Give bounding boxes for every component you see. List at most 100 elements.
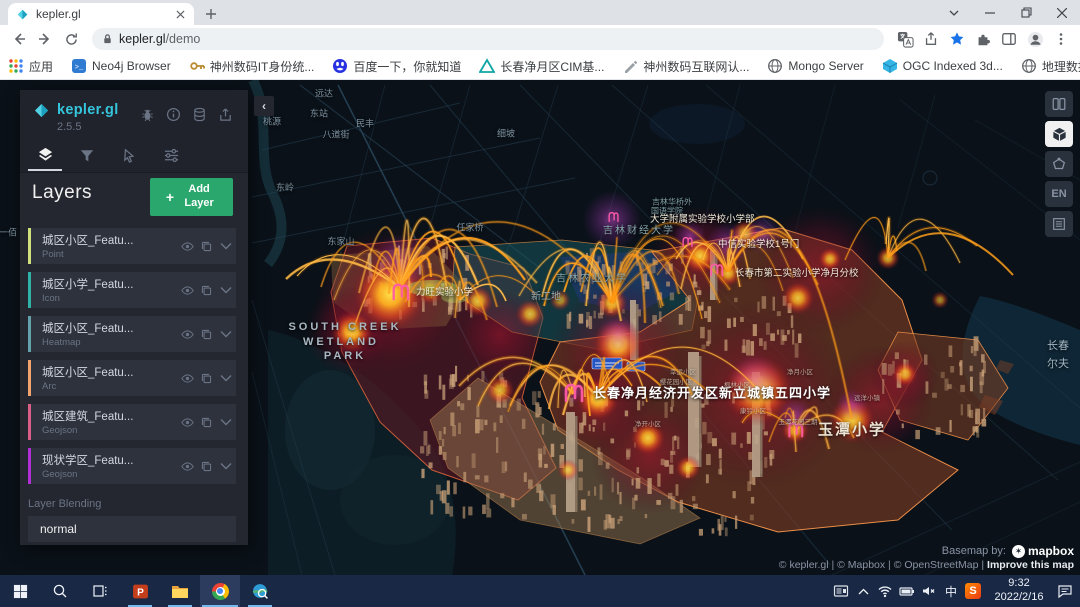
taskbar-search-icon[interactable] — [40, 575, 80, 607]
wifi-icon[interactable] — [874, 575, 896, 607]
bookmark-item[interactable]: >_Neo4j Browser — [71, 58, 171, 75]
file-explorer-taskbar-icon[interactable] — [160, 575, 200, 607]
draw-polygon-button[interactable] — [1045, 151, 1073, 177]
add-layer-button[interactable]: + Add Layer — [150, 178, 233, 216]
chevron-down-icon[interactable] — [217, 238, 234, 254]
forward-button[interactable] — [32, 26, 58, 52]
bookmark-item[interactable]: 长春净月区CIM基... — [479, 58, 604, 75]
bookmark-item[interactable]: OGC Indexed 3d... — [882, 58, 1003, 75]
duplicate-layer-icon[interactable] — [198, 414, 215, 430]
layer-blending-select[interactable]: normal — [28, 516, 236, 542]
tab-filters[interactable] — [70, 140, 104, 171]
visibility-eye-icon[interactable] — [179, 238, 196, 254]
duplicate-layer-icon[interactable] — [198, 458, 215, 474]
bookmark-label: 百度一下，你就知道 — [353, 58, 461, 75]
visibility-eye-icon[interactable] — [179, 282, 196, 298]
share-icon[interactable] — [918, 26, 944, 52]
back-button[interactable] — [6, 26, 32, 52]
bookmark-item[interactable]: 应用 — [8, 58, 53, 75]
layer-row[interactable]: 城区建筑_Featu...Geojson — [28, 404, 236, 440]
address-bar[interactable]: kepler.gl/demo — [92, 28, 884, 50]
gis-app-taskbar-icon[interactable] — [240, 575, 280, 607]
chevron-down-icon[interactable] — [217, 282, 234, 298]
bookmark-label: OGC Indexed 3d... — [903, 59, 1003, 73]
sogou-input-icon[interactable]: S — [962, 575, 984, 607]
layer-row[interactable]: 城区小区_Featu...Arc — [28, 360, 236, 396]
volume-muted-icon[interactable] — [918, 575, 940, 607]
extensions-puzzle-icon[interactable] — [970, 26, 996, 52]
browser-tab[interactable]: kepler.gl — [8, 3, 194, 25]
tab-interactions[interactable] — [112, 140, 146, 171]
chevron-down-icon[interactable] — [217, 414, 234, 430]
action-center-icon[interactable] — [1054, 575, 1076, 607]
database-icon[interactable] — [186, 104, 212, 124]
tab-search-icon[interactable] — [936, 0, 972, 25]
bookmark-item[interactable]: 神州数码互联网认... — [622, 58, 749, 75]
tab-layers[interactable] — [28, 140, 62, 171]
improve-map-link[interactable]: Improve this map — [987, 559, 1074, 571]
globe-icon — [1021, 58, 1037, 74]
globe-icon — [767, 58, 783, 74]
duplicate-layer-icon[interactable] — [198, 326, 215, 342]
taskbar-clock[interactable]: 9:32 2022/2/16 — [988, 577, 1050, 605]
ime-indicator[interactable]: 中 — [940, 575, 962, 607]
translate-icon[interactable] — [892, 26, 918, 52]
reload-button[interactable] — [58, 26, 84, 52]
legend-button[interactable] — [1045, 211, 1073, 237]
layer-row[interactable]: 城区小学_Featu...Icon — [28, 272, 236, 308]
layer-name: 城区小区_Featu... — [42, 364, 179, 380]
visibility-eye-icon[interactable] — [179, 458, 196, 474]
tab-basemap-settings[interactable] — [154, 140, 188, 171]
chrome-taskbar-icon[interactable] — [200, 575, 240, 607]
bookmark-label: Mongo Server — [788, 59, 863, 73]
duplicate-layer-icon[interactable] — [198, 238, 215, 254]
export-share-icon[interactable] — [212, 104, 238, 124]
chevron-down-icon[interactable] — [217, 370, 234, 386]
bookmark-item[interactable]: 百度一下，你就知道 — [332, 58, 461, 75]
duplicate-layer-icon[interactable] — [198, 282, 215, 298]
tray-chevron-up-icon[interactable] — [852, 575, 874, 607]
docs-info-icon[interactable] — [160, 104, 186, 124]
duplicate-layer-icon[interactable] — [198, 370, 215, 386]
bookmark-label: 地理数据库管理—... — [1042, 58, 1080, 75]
mapbox-logo[interactable]: ✶ mapbox — [1012, 544, 1074, 558]
new-tab-button[interactable] — [202, 5, 220, 23]
kepler-side-panel: kepler.gl 2.5.5 Layers + Ad — [20, 90, 248, 545]
tab-close-icon[interactable] — [176, 10, 185, 19]
bookmark-star-icon[interactable] — [944, 26, 970, 52]
visibility-eye-icon[interactable] — [179, 326, 196, 342]
minimize-button[interactable] — [972, 0, 1008, 25]
layer-row[interactable]: 城区小区_Featu...Heatmap — [28, 316, 236, 352]
layer-row[interactable]: 现状学区_Featu...Geojson — [28, 448, 236, 484]
battery-icon[interactable] — [896, 575, 918, 607]
layer-blending-label: Layer Blending — [28, 498, 101, 510]
locale-button[interactable]: EN — [1045, 181, 1073, 207]
powerpoint-taskbar-icon[interactable]: P — [120, 575, 160, 607]
side-panel-icon[interactable] — [996, 26, 1022, 52]
bug-report-icon[interactable] — [134, 104, 160, 124]
toggle-3d-button[interactable] — [1045, 121, 1073, 147]
chevron-down-icon[interactable] — [217, 458, 234, 474]
menu-kebab-icon[interactable] — [1048, 26, 1074, 52]
bookmark-item[interactable]: 地理数据库管理—... — [1021, 58, 1080, 75]
layer-row[interactable]: 城区小区_Featu...Point — [28, 228, 236, 264]
news-widget-icon[interactable] — [830, 575, 852, 607]
sidebar-collapse-button[interactable]: ‹ — [254, 96, 274, 116]
attribution-text[interactable]: © kepler.gl | © Mapbox | © OpenStreetMap… — [779, 559, 987, 571]
task-view-icon[interactable] — [80, 575, 120, 607]
visibility-eye-icon[interactable] — [179, 414, 196, 430]
visibility-eye-icon[interactable] — [179, 370, 196, 386]
bookmark-item[interactable]: 神州数码IT身份统... — [189, 58, 315, 75]
bookmark-item[interactable]: Mongo Server — [767, 58, 863, 75]
restore-button[interactable] — [1008, 0, 1044, 25]
lock-icon — [102, 33, 113, 45]
profile-avatar[interactable] — [1022, 26, 1048, 52]
clock-time: 9:32 — [988, 577, 1050, 591]
close-button[interactable] — [1044, 0, 1080, 25]
start-button[interactable] — [0, 575, 40, 607]
layer-name: 城区建筑_Featu... — [42, 408, 179, 424]
chevron-down-icon[interactable] — [217, 326, 234, 342]
svg-text:P: P — [137, 587, 144, 598]
split-map-button[interactable] — [1045, 91, 1073, 117]
bookmark-label: Neo4j Browser — [92, 59, 171, 73]
